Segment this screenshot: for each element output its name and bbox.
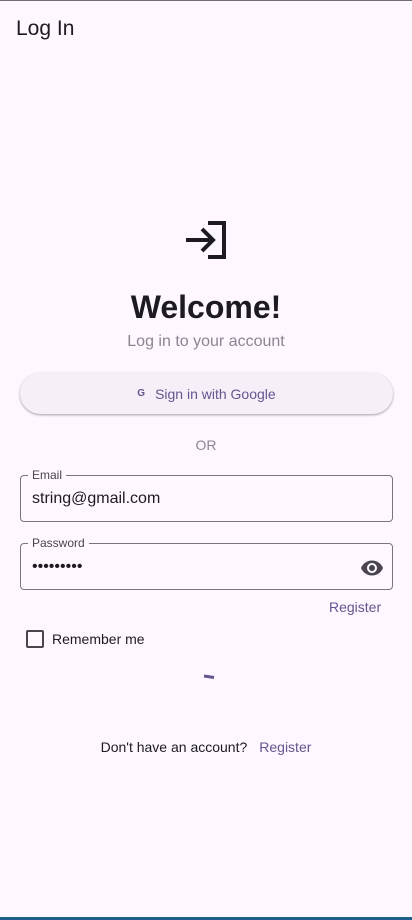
register-link-bottom[interactable]: Register — [259, 739, 311, 755]
eye-icon[interactable] — [360, 556, 384, 580]
google-icon: G — [137, 387, 146, 399]
email-input[interactable] — [32, 476, 352, 521]
password-input[interactable] — [32, 544, 352, 589]
email-field[interactable]: Email — [20, 467, 393, 522]
welcome-subtitle: Log in to your account — [127, 333, 285, 350]
login-icon — [186, 221, 226, 259]
register-link-top[interactable]: Register — [329, 599, 381, 615]
google-signin-button[interactable]: G Sign in with Google — [20, 373, 393, 414]
welcome-title: Welcome! — [130, 289, 282, 325]
register-prompt-text: Don't have an account? — [100, 739, 248, 755]
app-bar-title: Log In — [16, 17, 75, 40]
loading-spinner-icon — [203, 674, 215, 679]
remember-me-checkbox[interactable] — [26, 630, 44, 648]
password-field[interactable]: Password — [20, 535, 393, 590]
app-screen: Log In Welcome! Log in to your account G… — [0, 0, 412, 920]
or-divider: OR — [195, 437, 217, 453]
app-bar: Log In — [0, 2, 412, 58]
remember-me-label: Remember me — [52, 631, 145, 647]
remember-me-row[interactable]: Remember me — [26, 629, 145, 649]
google-signin-label: Sign in with Google — [155, 385, 276, 402]
register-prompt-row: Don't have an account? Register — [0, 739, 412, 755]
